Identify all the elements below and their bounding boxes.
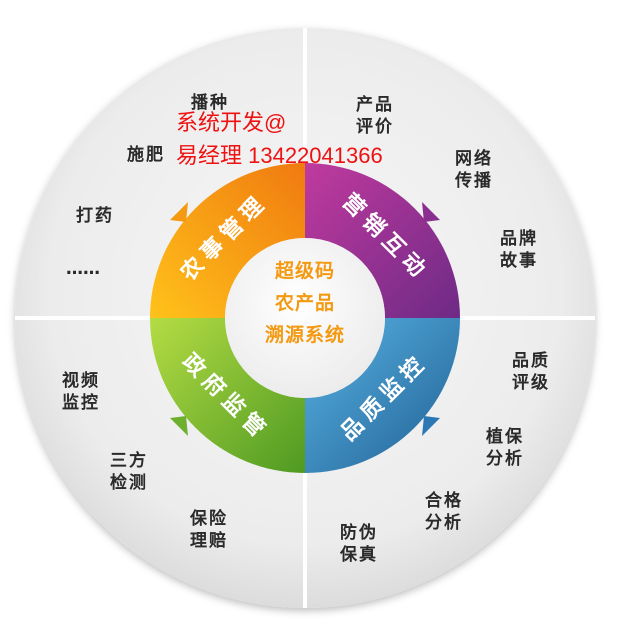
label-shifei: 施肥: [127, 145, 165, 165]
center-title: 超级码 农产品 溯源系统: [230, 255, 380, 351]
label-pinzhi-pingji: 品质 评级: [512, 351, 550, 393]
label-wangluo: 网络 传播: [455, 149, 493, 191]
center-line-1: 超级码: [274, 260, 335, 282]
label-zhibao: 植保 分析: [486, 427, 524, 469]
label-ellipsis: ……: [66, 259, 100, 279]
watermark-line-1: 系统开发@: [176, 110, 287, 135]
label-dayao: 打药: [76, 206, 114, 226]
center-line-3: 溯源系统: [264, 324, 345, 346]
center-line-2: 农产品: [274, 292, 335, 314]
label-shipin: 视频 监控: [62, 371, 100, 413]
label-chanpin: 产品 评价: [356, 95, 394, 137]
label-sanfang: 三方 检测: [110, 451, 148, 493]
watermark-line-2: 易经理 13422041366: [176, 143, 383, 168]
label-pinpai: 品牌 故事: [500, 229, 538, 271]
label-fangwei: 防伪 保真: [340, 523, 378, 565]
label-baoxian: 保险 理赔: [190, 509, 228, 551]
label-hege: 合格 分析: [425, 491, 463, 533]
